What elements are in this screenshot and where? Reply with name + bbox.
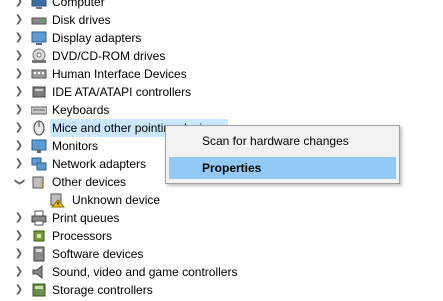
tree-item-print-queues[interactable]: ❯ Print queues <box>0 209 443 227</box>
tree-item-label: Display adapters <box>52 31 142 45</box>
mouse-icon <box>31 120 47 136</box>
menu-item-label: Scan for hardware changes <box>202 134 349 148</box>
chevron-right-icon[interactable]: ❯ <box>14 104 24 116</box>
monitor-icon <box>31 138 47 154</box>
chevron-right-icon[interactable]: ❯ <box>14 266 24 278</box>
chevron-right-icon[interactable]: ❯ <box>14 32 24 44</box>
tree-item-label: Unknown device <box>72 193 161 207</box>
tree-item-label: Human Interface Devices <box>52 67 187 81</box>
chevron-right-icon[interactable]: ❯ <box>14 86 24 98</box>
tree-item-computer[interactable]: ❯ Computer <box>0 0 443 11</box>
software-device-icon <box>31 246 47 262</box>
menu-item-label: Properties <box>202 161 262 175</box>
printer-icon <box>31 210 47 226</box>
tree-item-sound-controllers[interactable]: ❯ Sound, video and game controllers <box>0 263 443 281</box>
speaker-icon <box>31 264 47 280</box>
tree-item-label: Computer <box>52 0 105 9</box>
tree-item-label: IDE ATA/ATAPI controllers <box>52 85 192 99</box>
tree-item-software-devices[interactable]: ❯ Software devices <box>0 245 443 263</box>
keyboard-icon <box>30 102 48 118</box>
chevron-right-icon[interactable]: ❯ <box>14 122 24 134</box>
dvd-drive-icon <box>31 48 47 64</box>
chevron-right-icon[interactable]: ❯ <box>14 230 24 242</box>
svg-text:?: ? <box>40 181 45 190</box>
tree-item-label: Keyboards <box>52 103 110 117</box>
tree-item-label: Network adapters <box>52 157 147 171</box>
tree-item-label: Monitors <box>52 139 99 153</box>
chevron-right-icon[interactable]: ❯ <box>14 0 24 8</box>
other-devices-icon: ? <box>31 174 47 191</box>
tree-item-keyboards[interactable]: ❯ Keyboards <box>0 101 443 119</box>
tree-item-human-interface-devices[interactable]: ❯ Human Interface Devices <box>0 65 443 83</box>
chevron-right-icon[interactable]: ❯ <box>14 50 24 62</box>
context-menu: Scan for hardware changes Properties <box>165 125 400 184</box>
ide-controller-icon <box>31 84 47 100</box>
processor-icon <box>31 228 47 244</box>
chevron-right-icon[interactable]: ❯ <box>14 140 24 152</box>
tree-item-label: DVD/CD-ROM drives <box>52 49 166 63</box>
tree-item-label: Processors <box>52 229 113 243</box>
tree-item-label: Software devices <box>52 247 144 261</box>
tree-item-storage-controllers[interactable]: ❯ Storage controllers <box>0 281 443 299</box>
hid-icon <box>31 66 47 82</box>
tree-item-label: Other devices <box>52 175 127 189</box>
tree-item-label: Print queues <box>52 211 120 225</box>
tree-item-unknown-device[interactable]: Unknown device <box>0 191 443 209</box>
chevron-right-icon[interactable]: ❯ <box>14 248 24 260</box>
tree-item-label: Storage controllers <box>52 283 153 297</box>
chevron-right-icon[interactable]: ❯ <box>14 284 24 296</box>
tree-item-processors[interactable]: ❯ Processors <box>0 227 443 245</box>
tree-item-label: Disk drives <box>52 13 111 27</box>
display-adapter-icon <box>31 30 47 46</box>
tree-item-display-adapters[interactable]: ❯ Display adapters <box>0 29 443 47</box>
chevron-right-icon[interactable]: ❯ <box>14 68 24 80</box>
disk-drive-icon <box>31 12 47 28</box>
chevron-right-icon[interactable]: ❯ <box>14 212 24 224</box>
menu-item-properties[interactable]: Properties <box>169 157 396 179</box>
tree-item-ide-controllers[interactable]: ❯ IDE ATA/ATAPI controllers <box>0 83 443 101</box>
tree-item-label: Sound, video and game controllers <box>52 265 238 279</box>
storage-controller-icon <box>31 282 47 298</box>
computer-icon <box>31 0 47 10</box>
chevron-right-icon[interactable]: ❯ <box>14 158 24 170</box>
warning-device-icon <box>49 192 66 208</box>
chevron-down-icon[interactable]: ❯ <box>13 177 25 187</box>
chevron-right-icon[interactable]: ❯ <box>14 14 24 26</box>
network-adapter-icon <box>31 156 47 172</box>
menu-item-scan-hardware[interactable]: Scan for hardware changes <box>169 130 396 152</box>
tree-item-disk-drives[interactable]: ❯ Disk drives <box>0 11 443 29</box>
tree-item-dvd-drives[interactable]: ❯ DVD/CD-ROM drives <box>0 47 443 65</box>
